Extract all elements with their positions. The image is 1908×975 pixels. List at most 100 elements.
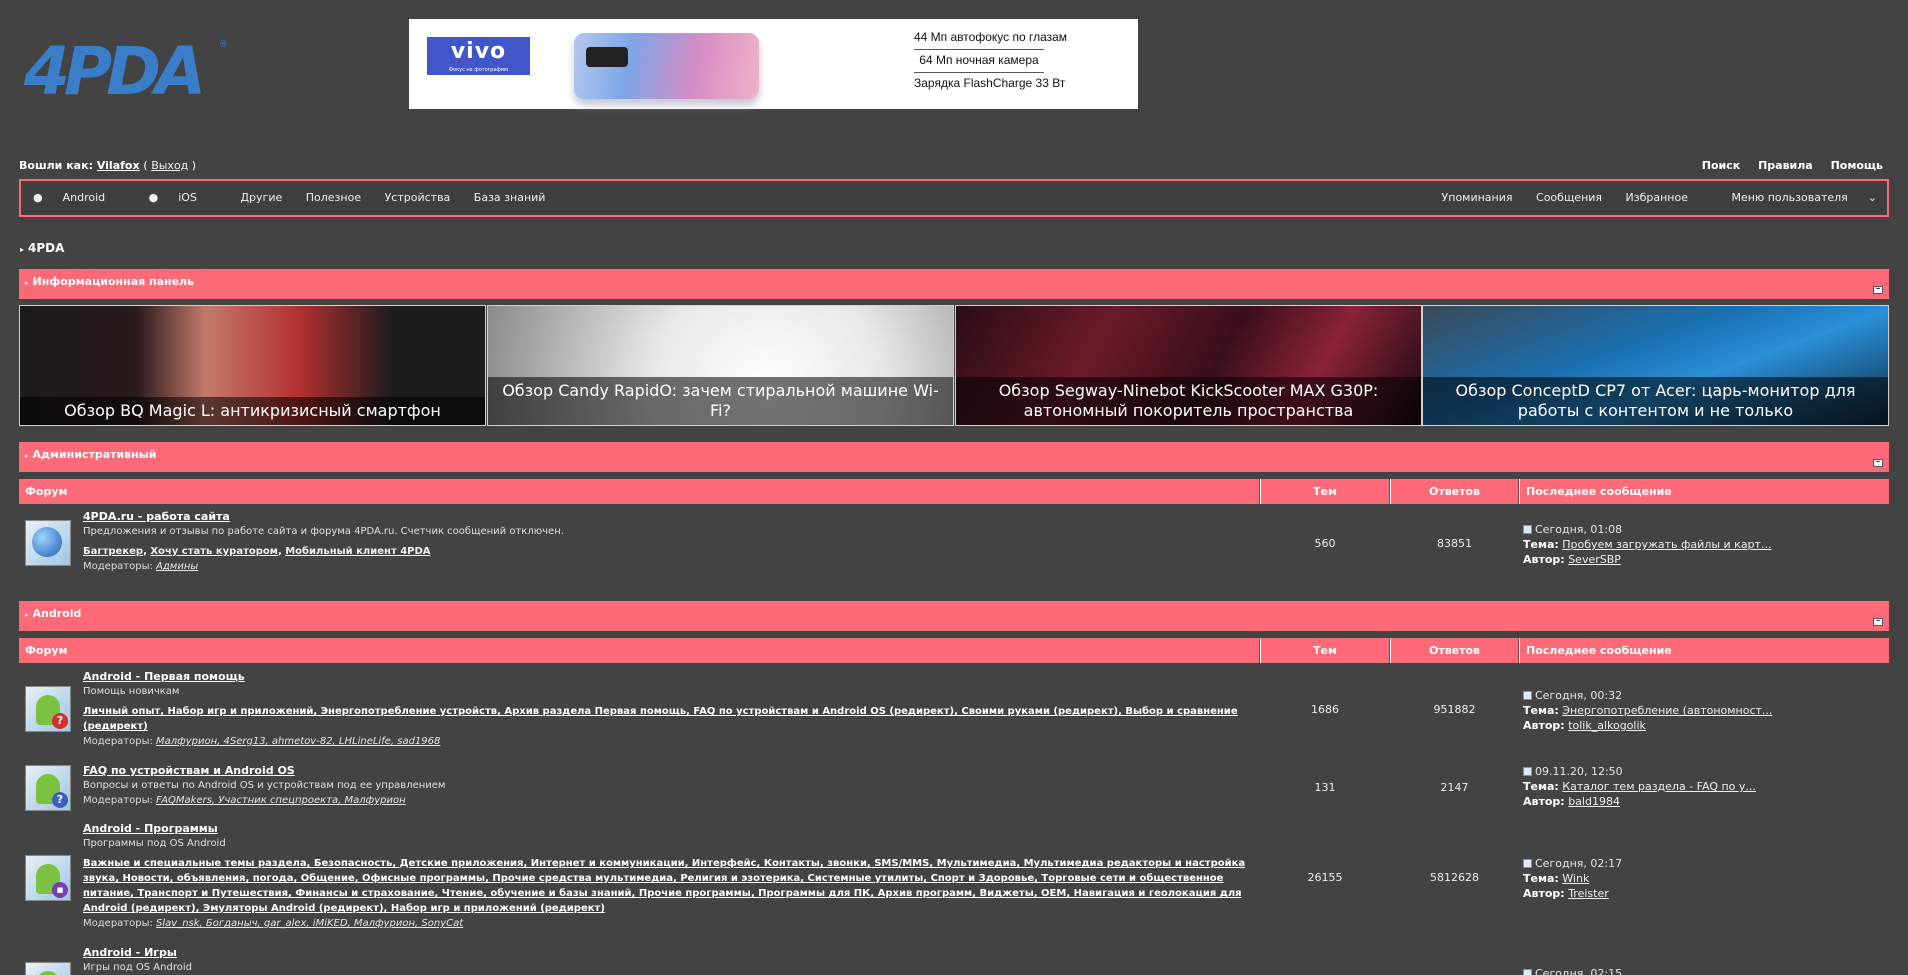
last-post-topic[interactable]: Каталог тем раздела - FAQ по у... (1562, 780, 1756, 793)
news-title: Обзор Segway-Ninebot KickScooter MAX G30… (956, 377, 1421, 425)
last-post-author[interactable]: bald1984 (1568, 795, 1620, 808)
forum-icon: ? (25, 765, 71, 811)
faq-badge-icon: ? (52, 792, 68, 808)
subforum-link[interactable]: Багтрекер (83, 546, 143, 557)
top-links: Поиск Правила Помощь (1688, 159, 1883, 172)
user-info: Вошли как: Vilafox ( Выход ) (19, 159, 197, 172)
last-post-author[interactable]: Treister (1568, 887, 1609, 900)
subforums[interactable]: Важные и специальные темы раздела, Безоп… (83, 856, 1268, 916)
subforum-link[interactable]: Хочу стать куратором (150, 546, 278, 557)
col-last-post: Последнее сообщение (1519, 638, 1889, 663)
breadcrumb: ▸ 4PDA (20, 241, 64, 255)
news-card[interactable]: Обзор Segway-Ninebot KickScooter MAX G30… (955, 305, 1422, 426)
news-title: Обзор Candy RapidO: зачем стиральной маш… (488, 377, 953, 425)
forum-icon: ■ (25, 855, 71, 901)
forum-row: ■ Android - Программы Программы под OS A… (19, 821, 1889, 937)
subforums[interactable]: Личный опыт, Набор игр и приложений, Эне… (83, 704, 1268, 734)
nav-knowledge-base[interactable]: База знаний (474, 191, 546, 204)
apple-icon: ● (148, 191, 159, 204)
forum-description: Вопросы и ответы по Android OS и устройс… (83, 780, 446, 791)
category-title[interactable]: Административный (33, 448, 157, 461)
moderator-links[interactable]: FAQMakers, Участник спецпроекта, Малфури… (156, 795, 406, 806)
last-post-author[interactable]: tolik_alkogolik (1568, 719, 1646, 732)
category-admin-header: ▸ Административный – (19, 442, 1889, 472)
moderator-links[interactable]: Slav_nsk, Богданыч, gar_alex, iMiKED, Ма… (156, 918, 463, 929)
ad-banner[interactable]: vivo Фокус на фотографию 44 Мп автофокус … (409, 19, 1138, 109)
post-icon (1523, 859, 1532, 868)
last-post-topic[interactable]: Пробуем загружать файлы и карт... (1562, 538, 1771, 551)
banner-feature: Зарядка FlashCharge 33 Вт (914, 76, 1066, 90)
nav-devices[interactable]: Устройства (385, 191, 451, 204)
category-android-header: ▸ Android – (19, 601, 1889, 631)
forum-description: Программы под OS Android (83, 838, 226, 849)
help-link[interactable]: Помощь (1831, 159, 1883, 172)
moderators: Модераторы: Малфурион, 4Serg13, ahmetov-… (83, 736, 441, 747)
forum-title[interactable]: FAQ по устройствам и Android OS (83, 763, 1263, 778)
last-post-date: Сегодня, 02:15 (1535, 967, 1623, 975)
replies-count: 5812628 (1430, 871, 1479, 884)
forum-description: Предложения и отзывы по работе сайта и ф… (83, 526, 564, 537)
col-replies: Ответов (1390, 479, 1519, 504)
expand-arrow-icon: ▸ (25, 611, 29, 619)
nav-user-menu[interactable]: Меню пользователя ⌄ (1712, 191, 1878, 204)
search-link[interactable]: Поиск (1702, 159, 1740, 172)
news-title: Обзор ConceptD CP7 от Acer: царь-монитор… (1423, 377, 1888, 425)
forum-title[interactable]: Android - Программы (83, 821, 1268, 836)
last-post: Сегодня, 01:08 Тема: Пробуем загружать ф… (1523, 523, 1772, 566)
banner-feature: 64 Мп ночная камера (914, 50, 1044, 73)
registered-mark: ® (219, 40, 228, 50)
forum-title[interactable]: Android - Первая помощь (83, 669, 1268, 684)
nav-ios[interactable]: ● iOS (149, 191, 217, 204)
news-card[interactable]: Обзор Candy RapidO: зачем стиральной маш… (487, 305, 954, 426)
main-nav: ● Android ● iOS Другие Полезное Устройства… (19, 179, 1889, 217)
last-post: Сегодня, 02:17 Тема: Wink Автор: Treiste… (1523, 857, 1623, 900)
site-logo[interactable]: 4PDA ® (24, 39, 228, 105)
last-post-date: Сегодня, 00:32 (1535, 689, 1623, 702)
rules-link[interactable]: Правила (1758, 159, 1813, 172)
post-icon (1523, 691, 1532, 700)
col-replies: Ответов (1390, 638, 1519, 663)
nav-other[interactable]: Другие (240, 191, 282, 204)
subforum-link[interactable]: Мобильный клиент 4PDA (285, 546, 430, 557)
last-post: Сегодня, 00:32 Тема: Энергопотребление (… (1523, 689, 1773, 732)
news-card[interactable]: Обзор BQ Magic L: антикризисный смартфон (19, 305, 486, 426)
breadcrumb-home[interactable]: 4PDA (28, 241, 64, 255)
username-link[interactable]: Vilafox (97, 159, 140, 172)
nav-mentions[interactable]: Упоминания (1442, 191, 1513, 204)
nav-android[interactable]: ● Android (33, 191, 125, 204)
nav-useful[interactable]: Полезное (306, 191, 361, 204)
col-forum: Форум (19, 479, 1260, 504)
col-last-post: Последнее сообщение (1519, 479, 1889, 504)
topics-count: 560 (1314, 537, 1336, 550)
collapse-icon[interactable]: – (1873, 285, 1883, 294)
forum-title[interactable]: Android - Игры (83, 945, 1263, 960)
news-carousel: Обзор BQ Magic L: антикризисный смартфон… (19, 305, 1889, 426)
last-post-author[interactable]: SeverSBP (1568, 553, 1621, 566)
moderators: Модераторы: Slav_nsk, Богданыч, gar_alex… (83, 918, 464, 929)
chevron-down-icon: ⌄ (1867, 191, 1877, 204)
table-header: Форум Тем Ответов Последнее сообщение (19, 479, 1889, 504)
post-icon (1523, 969, 1532, 975)
logout-link[interactable]: Выход (151, 159, 188, 172)
forum-icon: ? (25, 686, 71, 732)
last-post: Сегодня, 02:15 (1523, 966, 1883, 975)
collapse-icon[interactable]: – (1873, 617, 1883, 626)
forum-icon (25, 520, 71, 566)
topics-count: 26155 (1307, 871, 1343, 884)
moderator-link[interactable]: Админы (156, 561, 198, 572)
last-post-topic[interactable]: Wink (1562, 872, 1589, 885)
nav-favorites[interactable]: Избранное (1626, 191, 1688, 204)
news-card[interactable]: Обзор ConceptD CP7 от Acer: царь-монитор… (1422, 305, 1889, 426)
collapse-icon[interactable]: – (1873, 458, 1883, 467)
android-icon: ● (33, 191, 43, 204)
category-title[interactable]: Android (33, 607, 82, 620)
nav-messages[interactable]: Сообщения (1536, 191, 1602, 204)
forum-title[interactable]: 4PDA.ru - работа сайта (83, 509, 1263, 524)
news-title: Обзор BQ Magic L: антикризисный смартфон (20, 397, 485, 425)
moderators: Модераторы: Админы (83, 561, 199, 572)
last-post-topic[interactable]: Энергопотребление (автономност... (1562, 704, 1772, 717)
replies-count: 83851 (1437, 537, 1472, 550)
expand-arrow-icon: ▸ (25, 452, 29, 460)
moderator-links[interactable]: Малфурион, 4Serg13, ahmetov-82, LHLineLi… (156, 736, 440, 747)
topics-count: 1686 (1311, 703, 1339, 716)
